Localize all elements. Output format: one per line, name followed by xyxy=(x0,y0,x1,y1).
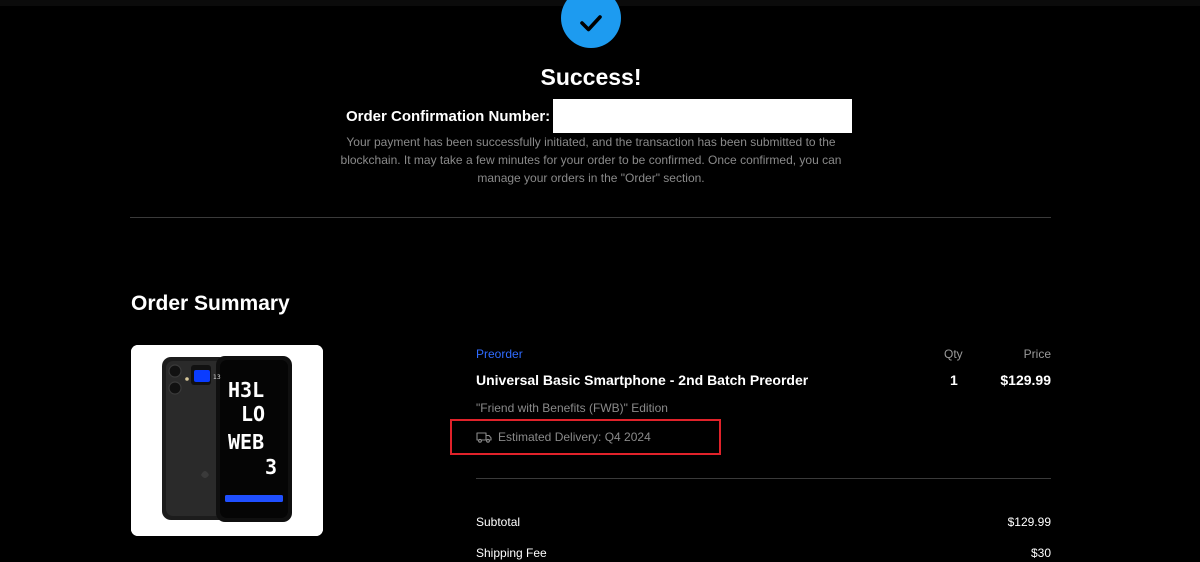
qty-column-header: Qty xyxy=(944,347,963,361)
product-screen-line-4: 3 xyxy=(265,455,277,479)
preorder-tag: Preorder xyxy=(476,347,523,361)
estimated-delivery-text: Estimated Delivery: Q4 2024 xyxy=(498,430,651,444)
order-confirmation-label: Order Confirmation Number: xyxy=(346,107,551,125)
totals-divider xyxy=(476,478,1051,479)
estimated-delivery: Estimated Delivery: Q4 2024 xyxy=(476,430,651,444)
confirmation-message: Your payment has been successfully initi… xyxy=(340,135,842,185)
product-name: Universal Basic Smartphone - 2nd Batch P… xyxy=(476,372,809,388)
checkmark-icon xyxy=(580,15,602,32)
subtotal-value: $129.99 xyxy=(1007,515,1051,529)
product-edition: "Friend with Benefits (FWB)" Edition xyxy=(476,401,668,415)
product-image: ● 13 H3L LO WEB 3 xyxy=(131,345,323,536)
item-qty: 1 xyxy=(950,372,958,388)
product-screen-line-3: WEB xyxy=(228,430,264,454)
shipping-fee-label: Shipping Fee xyxy=(476,546,547,560)
subtotal-label: Subtotal xyxy=(476,515,521,529)
product-screen-line-1: H3L xyxy=(228,378,264,402)
order-confirmation-number xyxy=(553,99,853,133)
section-divider xyxy=(130,217,1051,218)
success-title: Success! xyxy=(540,64,642,90)
item-price: $129.99 xyxy=(1000,372,1051,388)
success-checkmark-icon xyxy=(561,0,621,48)
product-screen-line-2: LO xyxy=(241,402,265,426)
order-summary-title: Order Summary xyxy=(131,292,290,315)
truck-icon xyxy=(476,432,492,443)
order-confirmation-row: Order Confirmation Number: xyxy=(346,99,853,133)
price-column-header: Price xyxy=(1023,347,1051,361)
shipping-fee-value: $30 xyxy=(1030,546,1051,560)
product-status-number: 13 xyxy=(213,374,221,381)
